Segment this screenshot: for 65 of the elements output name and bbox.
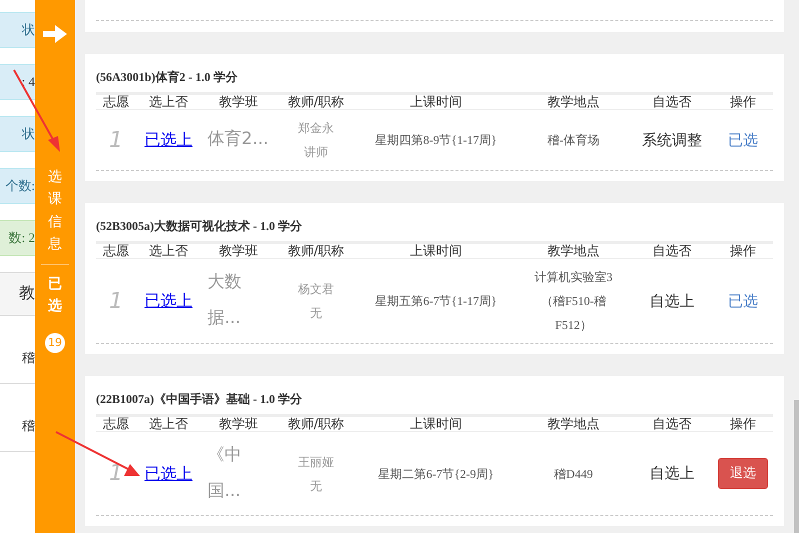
- column-header: 操作: [729, 96, 757, 108]
- selected-link[interactable]: 已选: [728, 290, 758, 312]
- class-name: 大数据...: [208, 271, 242, 330]
- course-title: (52B3005a)大数据可视化技术 - 1.0 学分: [96, 218, 303, 235]
- column-header: 自选否: [652, 418, 692, 430]
- column-header: 教学班: [218, 244, 259, 258]
- class-time: 星期二第6-7节{2-9周}: [378, 466, 494, 483]
- panel-text: 稽: [22, 348, 35, 367]
- column-header: 选上否: [148, 244, 189, 258]
- class-name: 《中国...: [208, 444, 242, 503]
- teacher-title: 讲师: [304, 144, 328, 161]
- wish-number: 1: [108, 460, 124, 488]
- sidebar-title[interactable]: 选课信息: [48, 166, 62, 256]
- teacher-title: 无: [310, 478, 322, 495]
- column-header: 教学班: [218, 96, 259, 108]
- column-header: 自选否: [652, 96, 692, 108]
- panel-text: 状: [22, 125, 35, 144]
- teacher-name: 郑金永: [298, 120, 334, 137]
- column-header: 上课时间: [409, 96, 463, 108]
- column-header: 选上否: [148, 418, 189, 430]
- selected-link[interactable]: 已选: [728, 128, 758, 152]
- column-header: 志愿: [102, 96, 130, 108]
- status-link[interactable]: 已选上: [144, 289, 192, 313]
- column-header: 教师/职称: [286, 96, 346, 108]
- column-header: 教学地点: [546, 418, 600, 430]
- class-name: 体育2...: [208, 128, 270, 152]
- self-select-status: 系统调整: [642, 130, 702, 151]
- class-location: 计算机实验室3（稽F510-稽F512）: [534, 269, 614, 334]
- column-header: 选上否: [148, 96, 189, 108]
- status-link[interactable]: 已选上: [144, 462, 192, 486]
- course-title: (22B1007a)《中国手语》基础 - 1.0 学分: [96, 391, 303, 408]
- panel-text: 数: 2: [8, 229, 35, 248]
- panel-text: 状: [22, 21, 35, 40]
- selected-tab[interactable]: 已选: [48, 272, 62, 318]
- panel-text: 教: [19, 284, 35, 304]
- column-header: 教学地点: [546, 96, 600, 108]
- self-select-status: 自选上: [650, 463, 694, 484]
- class-location: 稽D449: [553, 466, 594, 483]
- column-header: 教学地点: [546, 244, 600, 258]
- count-badge: 19: [45, 333, 65, 354]
- course-title: (56A3001b)体育2 - 1.0 学分: [96, 69, 238, 86]
- column-header: 自选否: [652, 244, 692, 258]
- column-header: 教师/职称: [286, 244, 346, 258]
- drop-button[interactable]: 退选: [718, 458, 768, 490]
- panel-text: 稽: [22, 416, 35, 435]
- panel-text: 个数:: [5, 177, 35, 196]
- wish-number: 1: [108, 126, 124, 154]
- column-header: 上课时间: [409, 244, 463, 258]
- self-select-status: 自选上: [650, 290, 694, 312]
- column-header: 教师/职称: [286, 418, 346, 430]
- column-header: 上课时间: [409, 418, 463, 430]
- column-header: 教学班: [218, 418, 259, 430]
- column-header: 操作: [729, 418, 757, 430]
- wish-number: 1: [108, 288, 124, 316]
- class-time: 星期四第8-9节{1-17周}: [375, 132, 497, 149]
- teacher-name: 杨文君: [298, 281, 334, 298]
- teacher-title: 无: [310, 305, 322, 322]
- teacher-name: 王丽娅: [298, 454, 334, 471]
- status-link[interactable]: 已选上: [144, 128, 192, 152]
- column-header: 操作: [729, 244, 757, 258]
- column-header: 志愿: [102, 418, 130, 430]
- column-header: 志愿: [102, 244, 130, 258]
- class-time: 星期五第6-7节{1-17周}: [375, 293, 497, 310]
- class-location: 稽-体育场: [546, 132, 600, 149]
- arrow-right-icon[interactable]: [43, 24, 67, 44]
